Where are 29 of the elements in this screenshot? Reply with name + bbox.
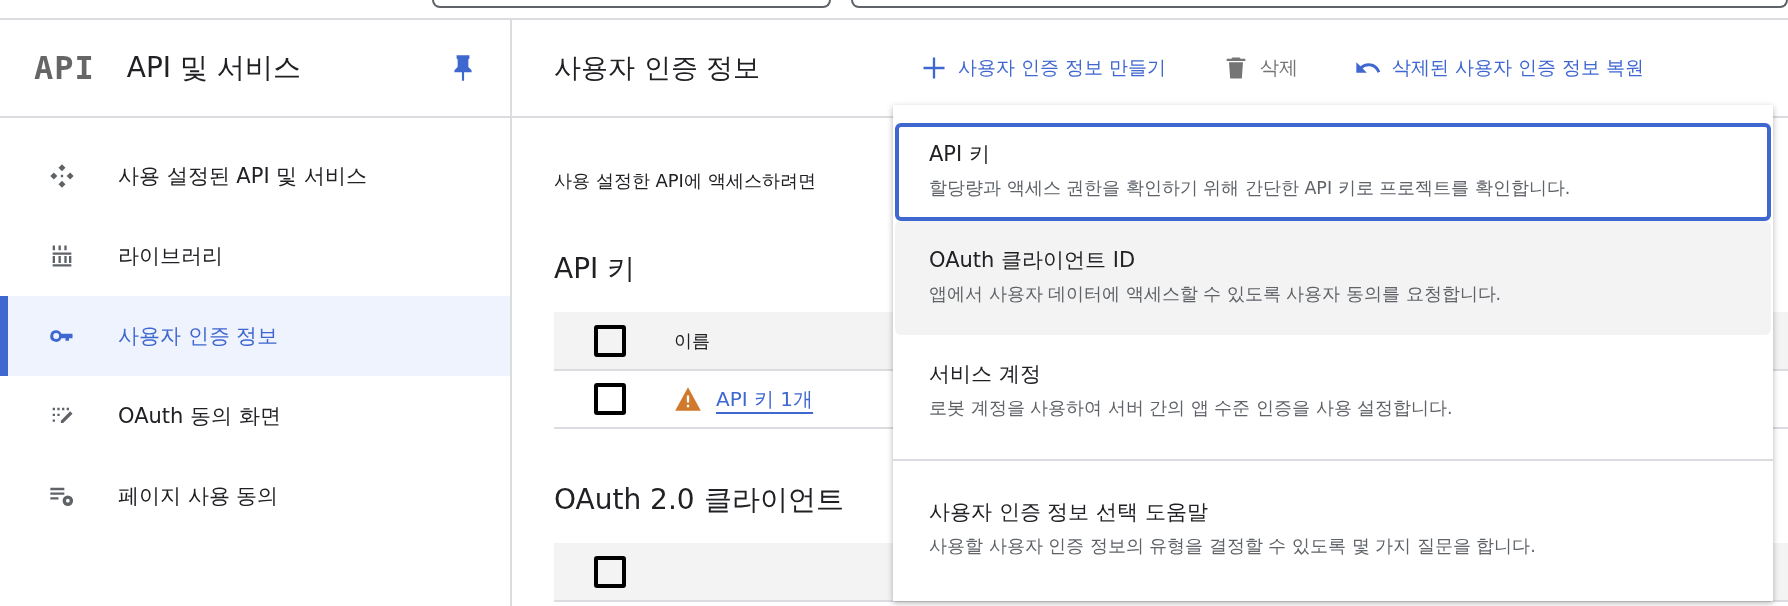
column-header: 이름 [674, 328, 710, 353]
menu-item-title: 서비스 계정 [929, 361, 1042, 388]
sidebar-item[interactable]: 사용자 인증 정보 [0, 296, 510, 376]
sidebar-item[interactable]: 사용 설정된 API 및 서비스 [0, 136, 510, 216]
sidebar-item[interactable]: OAuth 동의 화면 [0, 376, 510, 456]
menu-item-description: 로봇 계정을 사용하여 서버 간의 앱 수준 인증을 사용 설정합니다. [929, 397, 1454, 420]
intro-text: 사용 설정한 API에 액세스하려면 [554, 169, 816, 193]
sidebar-title: API 및 서비스 [126, 50, 302, 86]
menu-item[interactable]: OAuth 클라이언트 ID 앱에서 사용자 데이터에 액세스할 수 있도록 사용자 동의를 요청합니다. [895, 221, 1771, 335]
menu-item[interactable]: API 키 할당량과 액세스 권한을 확인하기 위해 간단한 API 키로 프로젝트를 확인합니다. [895, 123, 1771, 221]
page-title: 사용자 인증 정보 [554, 51, 762, 85]
api-logo: API [34, 49, 95, 87]
menu-item-description: 할당량과 액세스 권한을 확인하기 위해 간단한 API 키로 프로젝트를 확인합니다. [929, 177, 1572, 200]
toolbar-button[interactable]: 사용자 인증 정보 만들기 [916, 50, 1171, 86]
menu-item-title: API 키 [929, 141, 991, 168]
sidebar-item[interactable]: 페이지 사용 동의 [0, 456, 510, 536]
checkbox[interactable] [594, 324, 626, 357]
section-heading: OAuth 2.0 클라이언트 [554, 482, 844, 518]
sidebar-item[interactable]: 라이브러리 [0, 216, 510, 296]
menu-item-description: 앱에서 사용자 데이터에 액세스할 수 있도록 사용자 동의를 요청합니다. [929, 283, 1503, 306]
section-heading: API 키 [554, 251, 636, 287]
menu-item-title: OAuth 클라이언트 ID [929, 247, 1137, 274]
toolbar-button[interactable]: 삭제된 사용자 인증 정보 복원 [1350, 50, 1649, 86]
menu-item-title: 사용자 인증 정보 선택 도움말 [929, 499, 1209, 526]
checkbox[interactable] [594, 383, 626, 415]
api-key-link[interactable]: API 키 1개 [716, 385, 814, 413]
menu-item-description: 사용할 사용자 인증 정보의 유형을 결정할 수 있도록 몇 가지 질문을 합니다. [929, 535, 1537, 558]
diamond-grid-icon [48, 162, 76, 190]
checkbox[interactable] [594, 555, 626, 588]
